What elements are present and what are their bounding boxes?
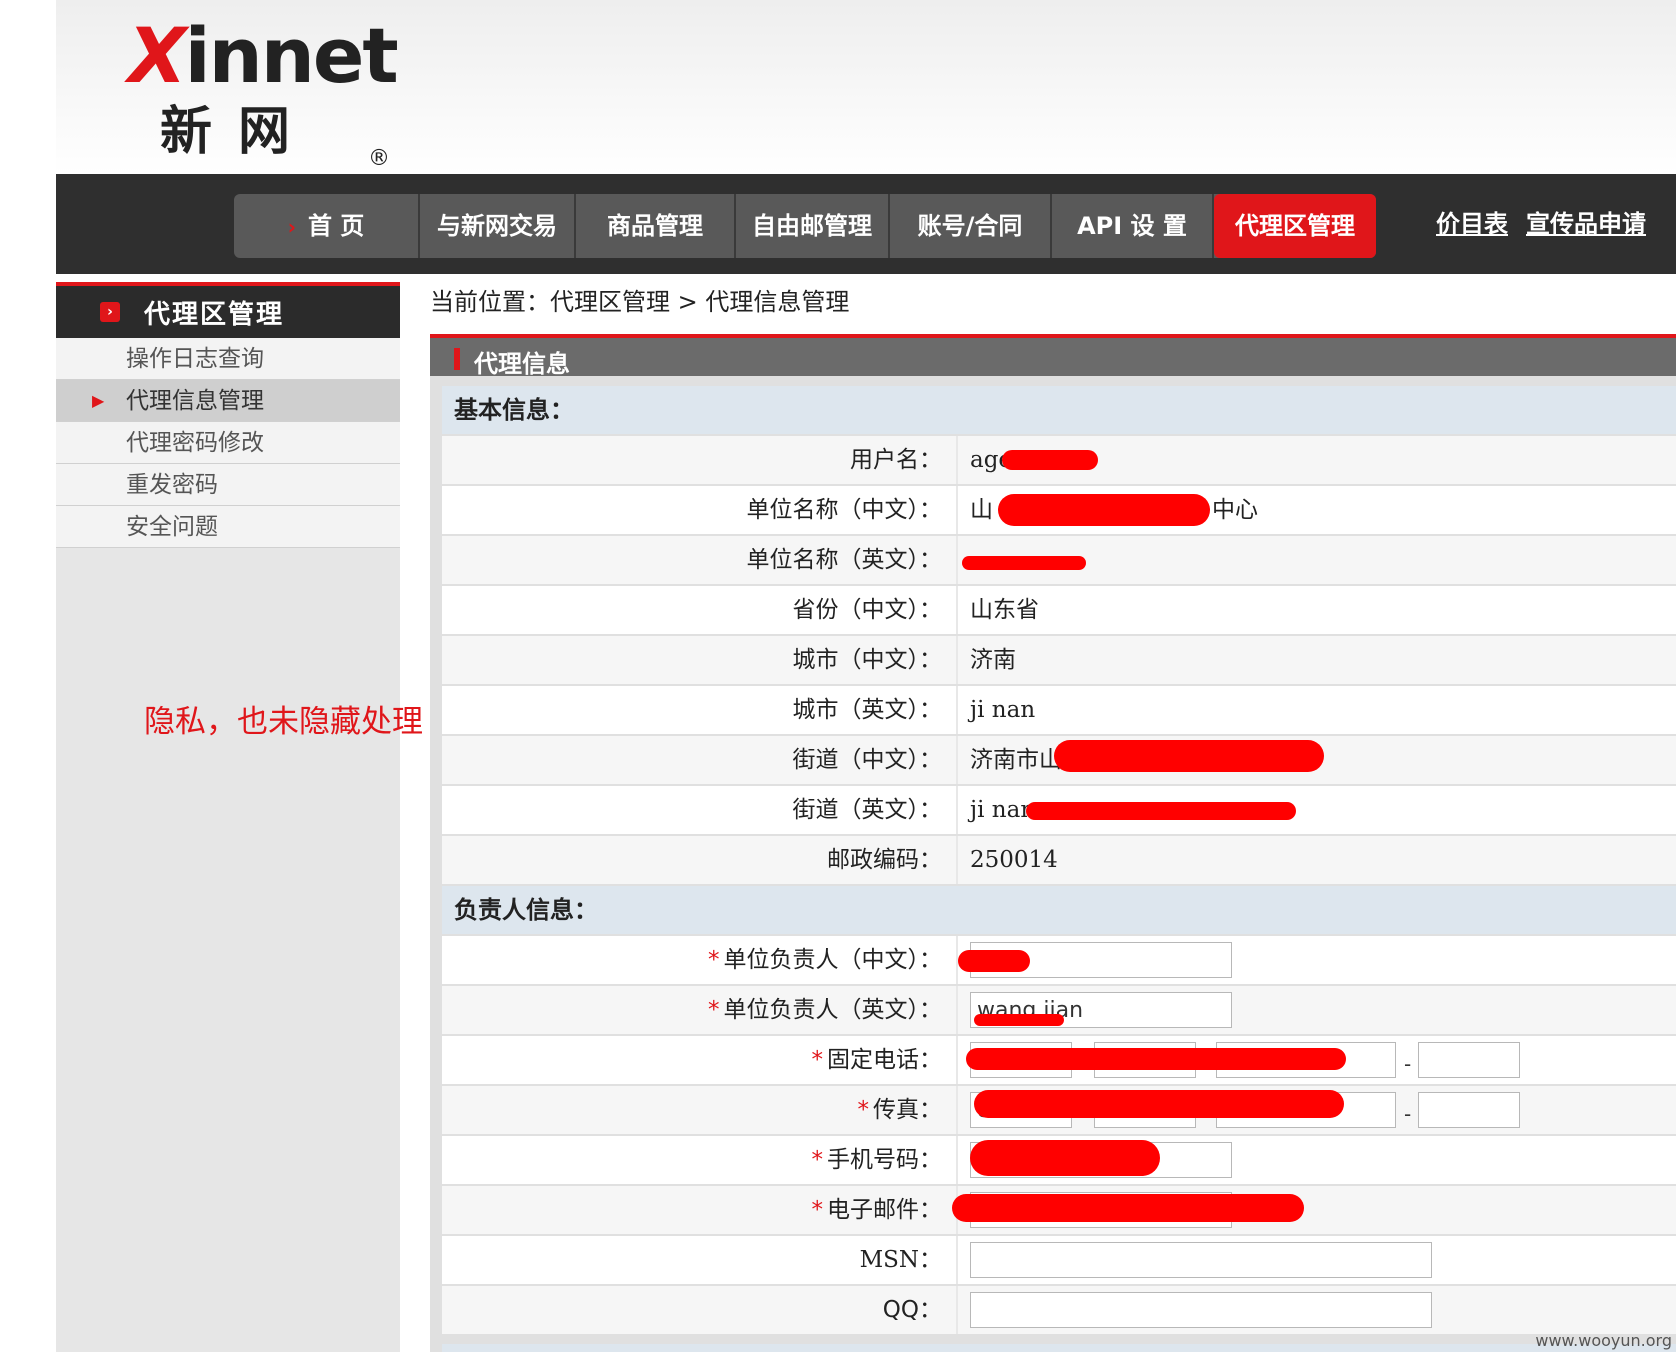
city-cn-value: 济南 [970, 647, 1016, 673]
nav-agent-area[interactable]: 代理区管理 [1214, 194, 1376, 258]
nav-trade[interactable]: 与新网交易 [420, 194, 576, 258]
row-city-cn: 城市（中文）： 济南 [442, 636, 1676, 684]
chevron-right-icon: › [100, 302, 120, 322]
caret-right-icon: ▶ [92, 391, 105, 410]
nav-free-mail[interactable]: 自由邮管理 [736, 194, 890, 258]
sidebar-item-operation-log[interactable]: 操作日志查询 [56, 338, 400, 380]
row-city-en: 城市（英文）： ji nan [442, 686, 1676, 734]
nav-home[interactable]: › 首 页 [234, 194, 420, 258]
logo-wordmark: Xinnet [128, 11, 399, 100]
row-street-cn: 街道（中文）： 济南市山 [442, 736, 1676, 784]
redaction-mark [958, 950, 1030, 972]
sidebar-item-resend-password[interactable]: 重发密码 [56, 464, 400, 506]
company-cn-value: 山 [970, 497, 993, 523]
redaction-mark [970, 1140, 1160, 1176]
qq-input[interactable] [970, 1292, 1432, 1328]
row-province-cn: 省份（中文）： 山东省 [442, 586, 1676, 634]
panel-marker [454, 348, 460, 370]
row-street-en: 街道（英文）： ji nan [442, 786, 1676, 834]
row-email: * 电子邮件： [442, 1186, 1676, 1234]
panel-title: 代理信息 [474, 350, 570, 378]
row-contact-en: * 单位负责人（英文）： [442, 986, 1676, 1034]
price-list-link[interactable]: 价目表 [1436, 204, 1508, 239]
nav-account-contract[interactable]: 账号/合同 [890, 194, 1052, 258]
redaction-mark [974, 1014, 1064, 1026]
row-msn: MSN： [442, 1236, 1676, 1284]
chevron-right-icon: › [287, 215, 296, 239]
sidebar-item-change-password[interactable]: 代理密码修改 [56, 422, 400, 464]
row-mobile: * 手机号码： [442, 1136, 1676, 1184]
promo-request-link[interactable]: 宣传品申请 [1526, 204, 1646, 239]
postcode-value: 250014 [970, 847, 1058, 873]
sidebar-title: 代理区管理 [144, 300, 285, 330]
province-value: 山东省 [970, 597, 1039, 623]
sidebar-header: › 代理区管理 [56, 282, 400, 338]
row-company-cn: 单位名称（中文）： 山 中心 [442, 486, 1676, 534]
row-qq: QQ： [442, 1286, 1676, 1334]
fax-extension-input[interactable] [1418, 1092, 1520, 1128]
section-basic-info: 基本信息： [442, 386, 1676, 434]
street-cn-value: 济南市山 [970, 747, 1062, 773]
row-phone: * 固定电话： - [442, 1036, 1676, 1084]
sidebar-item-security-question[interactable]: 安全问题 [56, 506, 400, 548]
row-fax: *传真： - [442, 1086, 1676, 1134]
section-footer [442, 1344, 1676, 1352]
redaction-mark [1026, 802, 1296, 820]
logo-chinese-name: 新网 [160, 102, 317, 162]
redaction-mark [974, 1090, 1344, 1118]
section-contact-info: 负责人信息： [442, 886, 1676, 934]
redaction-mark [998, 494, 1210, 526]
redaction-mark [962, 556, 1086, 570]
annotation-note: 隐私，也未隐藏处理 [144, 704, 423, 740]
msn-input[interactable] [970, 1242, 1432, 1278]
row-postcode: 邮政编码： 250014 [442, 836, 1676, 884]
xinnet-logo[interactable]: Xinnet 新网 ® [128, 11, 418, 172]
redaction-mark [952, 1194, 1304, 1222]
nav-products[interactable]: 商品管理 [576, 194, 736, 258]
phone-extension-input[interactable] [1418, 1042, 1520, 1078]
row-username: 用户名： agen [442, 436, 1676, 484]
city-en-value: ji nan [970, 697, 1036, 723]
watermark: www.wooyun.org [1535, 1331, 1672, 1350]
panel-header: 代理信息 [430, 334, 1676, 378]
company-cn-value-tail: 中心 [1212, 497, 1258, 523]
redaction-mark [1002, 450, 1098, 470]
breadcrumb: 当前位置：代理区管理 > 代理信息管理 [430, 288, 850, 316]
nav-api-settings[interactable]: API 设 置 [1052, 194, 1214, 258]
redaction-mark [1054, 740, 1324, 772]
row-contact-cn: * 单位负责人（中文）： [442, 936, 1676, 984]
registered-mark: ® [368, 146, 390, 171]
row-company-en: 单位名称（英文）： [442, 536, 1676, 584]
redaction-mark [966, 1048, 1346, 1070]
sidebar-item-agent-info[interactable]: ▶ 代理信息管理 [56, 380, 400, 422]
